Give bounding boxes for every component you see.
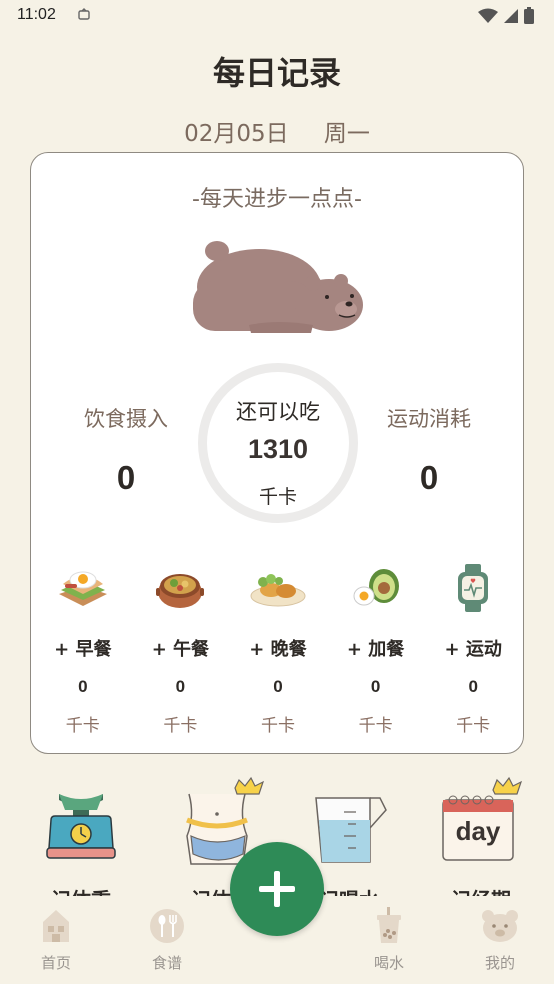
tool-label: 记经期 [426,884,536,896]
battery-icon [524,7,534,28]
remaining-value: 1310 [247,434,309,464]
drink-icon [349,906,429,946]
meal-dinner[interactable]: + 晚餐 0 千卡 [229,559,327,736]
intake-stat: 饮食摄入 0 [56,403,196,497]
meal-value: 0 [370,677,381,696]
page-title: 每日记录 [212,54,341,92]
add-button[interactable] [230,842,324,936]
calendar-day-icon: day [442,776,523,861]
burned-label: 运动消耗 [387,407,471,431]
meal-lunch[interactable]: + 午餐 0 千卡 [132,559,230,736]
bear-profile-icon [460,906,540,946]
meal-label: + 运动 [444,639,502,660]
tool-weight[interactable]: 记体重 [26,776,136,896]
meal-label: + 午餐 [151,639,210,660]
dinner-icon [229,559,327,617]
meal-value: 0 [468,677,478,696]
weekday-label: 周一 [323,121,370,147]
meal-value: 0 [78,677,88,696]
home-icon [16,906,96,946]
meal-label: + 加餐 [346,639,405,660]
tab-label: 首页 [40,954,71,972]
meal-row: + 早餐 0 千卡 + 午餐 0 千卡 + 晚餐 0 千卡 + 加餐 0 千卡 … [34,559,522,736]
calendar-day-text: day [456,816,501,846]
meal-unit: 千卡 [260,716,295,736]
exercise-icon [424,559,522,617]
meal-value: 0 [175,677,186,696]
recipe-icon [127,906,207,946]
remaining-calories-ring: 还可以吃 1310 千卡 [198,363,358,523]
tab-label: 食谱 [151,954,182,972]
tool-label: 记体重 [26,884,136,896]
meal-label: + 早餐 [54,639,112,660]
status-bar: 11:02 [0,0,554,32]
meal-breakfast[interactable]: + 早餐 0 千卡 [34,559,132,736]
tab-label: 喝水 [373,954,404,972]
notification-icon [76,7,92,27]
wifi-icon [478,8,498,28]
tab-drink[interactable]: 喝水 [349,906,429,973]
lunch-icon [132,559,230,617]
meal-unit: 千卡 [65,716,100,736]
plus-icon [259,871,295,907]
water-cup-icon [315,797,387,863]
meal-label: + 晚餐 [249,639,307,660]
meal-value: 0 [273,677,283,696]
snack-icon [327,559,425,617]
burned-stat: 运动消耗 0 [359,403,499,497]
slogan: -每天进步一点点- [192,187,362,212]
meal-exercise[interactable]: + 运动 0 千卡 [424,559,522,736]
signal-icon [503,8,519,28]
meal-snack[interactable]: + 加餐 0 千卡 [327,559,425,736]
tool-period[interactable]: day 记经期 [426,776,536,896]
breakfast-icon [34,559,132,617]
tab-home[interactable]: 首页 [16,906,96,973]
intake-value: 0 [116,459,136,496]
daily-summary-card: -每天进步一点点- 饮食摄入 0 还可以吃 1310 千卡 运动消耗 0 + 早… [30,152,524,754]
tab-label: 我的 [484,954,515,972]
status-time: 11:02 [17,6,56,23]
scale-icon [46,794,116,859]
meal-unit: 千卡 [358,716,393,736]
tab-profile[interactable]: 我的 [460,906,540,973]
bear-illustration [189,241,365,341]
meal-unit: 千卡 [163,716,198,736]
remaining-unit: 千卡 [258,486,297,508]
burned-value: 0 [419,459,439,496]
remaining-label: 还可以吃 [236,400,320,424]
tab-recipes[interactable]: 食谱 [127,906,207,973]
date-label: 02月05日 [184,121,289,147]
date-selector[interactable]: 02月05日 周一 [0,114,554,148]
intake-label: 饮食摄入 [84,407,168,431]
meal-unit: 千卡 [456,716,491,736]
